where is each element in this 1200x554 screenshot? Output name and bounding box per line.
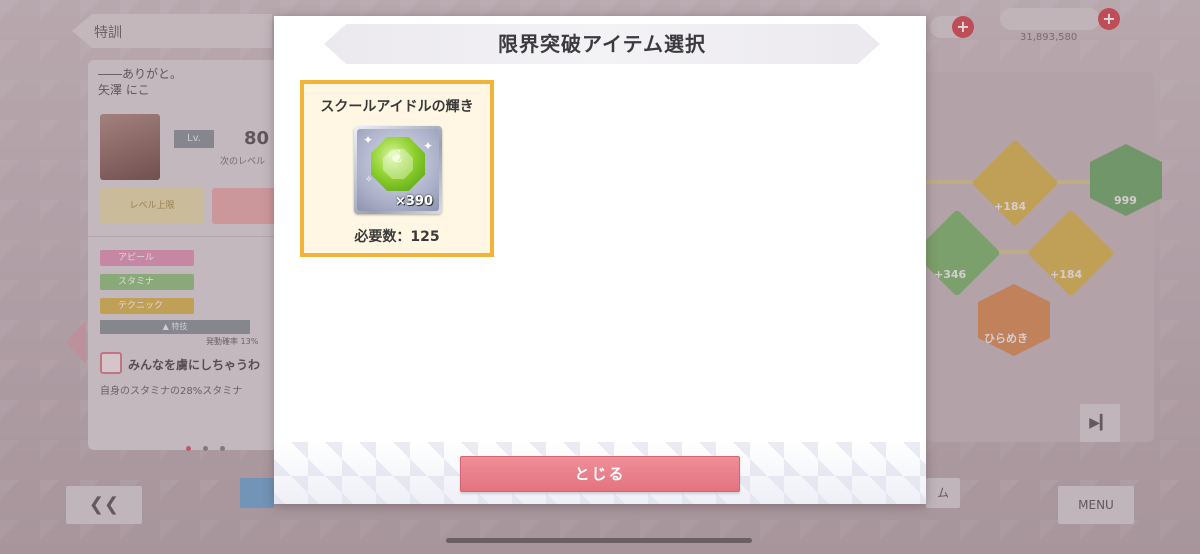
item-name: スクールアイドルの輝き (320, 99, 474, 115)
green-gem-feather-icon: ✦ ✦ ✧ ❦ ×390 (357, 129, 439, 211)
modal-title: 限界突破アイテム選択 (498, 32, 706, 56)
limit-break-item-modal: 限界突破アイテム選択 スクールアイドルの輝き ✦ ✦ ✧ ❦ ×390 必要数：… (274, 16, 926, 504)
sparkle-icon: ✧ (365, 175, 373, 185)
sparkle-icon: ✦ (363, 133, 374, 147)
item-card-school-idol-radiance[interactable]: スクールアイドルの輝き ✦ ✦ ✧ ❦ ×390 必要数：125 (300, 80, 494, 257)
item-required-count: 必要数：125 (354, 229, 440, 245)
sparkle-icon: ✦ (422, 139, 433, 153)
item-owned-count: ×390 (394, 194, 433, 209)
modal-title-bar: 限界突破アイテム選択 (324, 24, 880, 64)
home-indicator[interactable] (446, 538, 752, 543)
close-button[interactable]: とじる (460, 456, 740, 492)
item-icon-frame: ✦ ✦ ✧ ❦ ×390 (354, 126, 442, 214)
